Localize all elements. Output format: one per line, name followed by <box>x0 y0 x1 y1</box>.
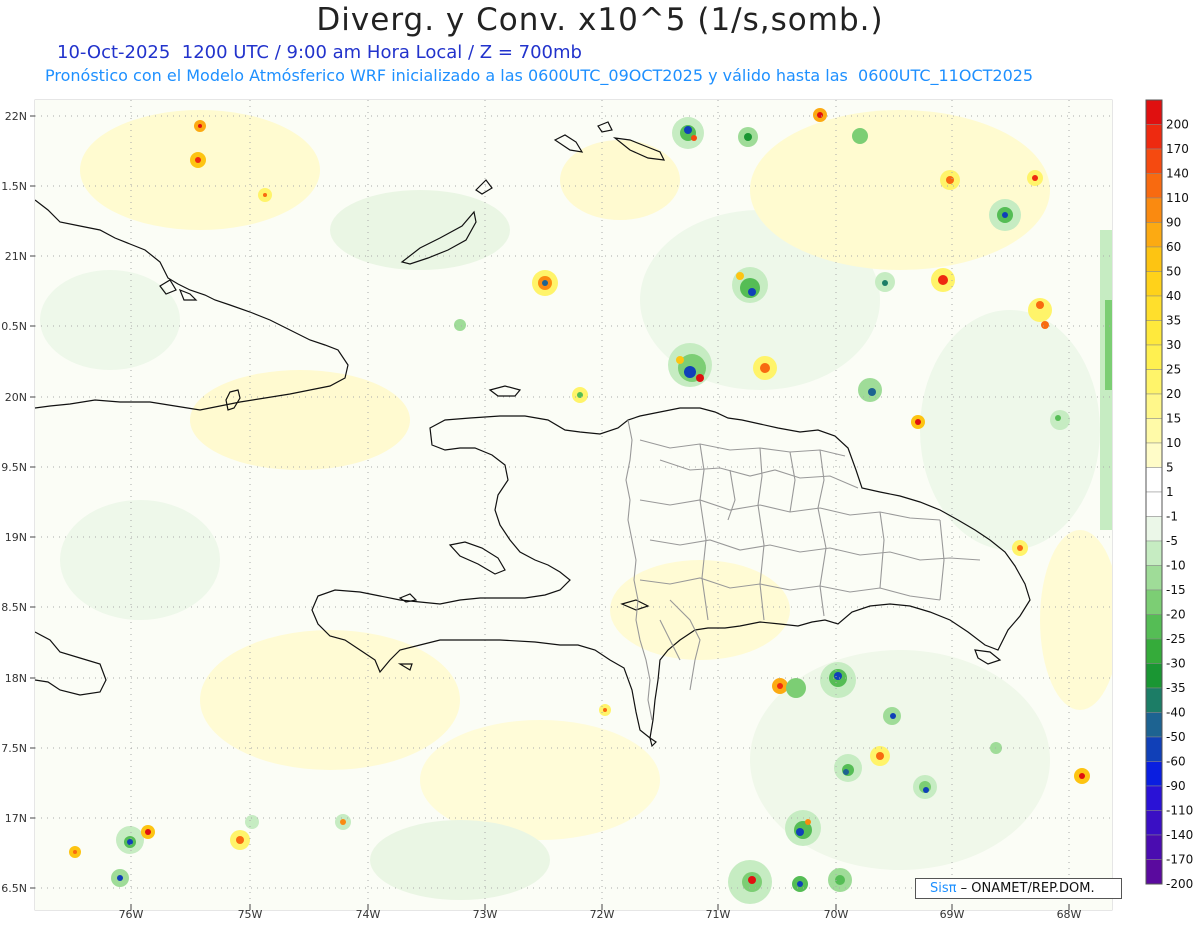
colorbar-swatch <box>1145 687 1163 713</box>
colorbar-swatch <box>1145 565 1163 591</box>
colorbar-label: -1 <box>1166 510 1178 524</box>
colorbar-swatch <box>1145 810 1163 836</box>
colorbar: 200 170 140 110 90 60 50 40 35 30 25 20 15 10 5 1 -1 -5 -1… <box>1145 99 1193 891</box>
colorbar-swatch <box>1145 344 1163 370</box>
colorbar-label: 40 <box>1166 289 1181 303</box>
lat-label: 17N <box>5 812 27 825</box>
colorbar-swatch <box>1145 222 1163 248</box>
colorbar-swatch <box>1145 418 1163 444</box>
colorbar-label: -90 <box>1166 779 1186 793</box>
colorbar-label: -10 <box>1166 559 1186 573</box>
colorbar-label: 5 <box>1166 461 1174 475</box>
colorbar-label: -200 <box>1166 877 1193 891</box>
colorbar-label: -40 <box>1166 706 1186 720</box>
lat-label: 8.5N <box>1 601 27 614</box>
colorbar-label: -140 <box>1166 828 1193 842</box>
colorbar-swatch <box>1145 540 1163 566</box>
lat-label: 18N <box>5 672 27 685</box>
colorbar-label: -5 <box>1166 534 1178 548</box>
colorbar-swatch <box>1145 736 1163 762</box>
colorbar-label: 170 <box>1166 142 1189 156</box>
colorbar-label: 60 <box>1166 240 1181 254</box>
divergence-field <box>35 100 1112 910</box>
map-figure: 22N 1.5N 21N 0.5N 20N 9.5N 19N 8.5N 18N … <box>1 99 1193 921</box>
colorbar-swatch <box>1145 99 1163 125</box>
map-plot-area: 22N 1.5N 21N 0.5N 20N 9.5N 19N 8.5N 18N … <box>1 99 1113 921</box>
colorbar-swatch <box>1145 148 1163 174</box>
colorbar-label: 15 <box>1166 412 1181 426</box>
colorbar-swatch <box>1145 761 1163 787</box>
colorbar-label: -15 <box>1166 583 1186 597</box>
colorbar-label: 200 <box>1166 118 1189 132</box>
colorbar-swatch <box>1145 197 1163 223</box>
colorbar-label: -20 <box>1166 608 1186 622</box>
colorbar-swatch <box>1145 467 1163 493</box>
colorbar-label: -170 <box>1166 853 1193 867</box>
lat-label: 22N <box>5 110 27 123</box>
colorbar-label: 50 <box>1166 265 1181 279</box>
lat-label: 6.5N <box>1 882 27 895</box>
colorbar-swatch <box>1145 614 1163 640</box>
colorbar-label: 30 <box>1166 338 1181 352</box>
sispi-logo: Sisπ <box>930 881 957 896</box>
colorbar-label: -60 <box>1166 755 1186 769</box>
colorbar-swatch <box>1145 271 1163 297</box>
colorbar-swatch <box>1145 834 1163 860</box>
colorbar-swatch <box>1145 246 1163 272</box>
latitude-labels: 22N 1.5N 21N 0.5N 20N 9.5N 19N 8.5N 18N … <box>1 110 27 895</box>
lat-label: 1.5N <box>1 180 27 193</box>
colorbar-swatch <box>1145 442 1163 468</box>
colorbar-label: -35 <box>1166 681 1186 695</box>
colorbar-label: 35 <box>1166 314 1181 328</box>
colorbar-swatch <box>1145 516 1163 542</box>
credit-text: – ONAMET/REP.DOM. <box>956 881 1095 896</box>
colorbar-swatch <box>1145 859 1163 885</box>
colorbar-swatch <box>1145 491 1163 517</box>
colorbar-label: 10 <box>1166 436 1181 450</box>
colorbar-label: 20 <box>1166 387 1181 401</box>
colorbar-label: -110 <box>1166 804 1193 818</box>
lat-label: 21N <box>5 250 27 263</box>
colorbar-swatch <box>1145 785 1163 811</box>
colorbar-swatch <box>1145 393 1163 419</box>
credit-box: Sisπ – ONAMET/REP.DOM. <box>915 878 1122 899</box>
colorbar-swatch <box>1145 295 1163 321</box>
lat-label: 7.5N <box>1 742 27 755</box>
colorbar-swatch <box>1145 320 1163 346</box>
colorbar-swatch <box>1145 663 1163 689</box>
colorbar-label: -50 <box>1166 730 1186 744</box>
lat-label: 20N <box>5 391 27 404</box>
colorbar-label: -25 <box>1166 632 1186 646</box>
colorbar-swatch <box>1145 712 1163 738</box>
colorbar-swatch <box>1145 369 1163 395</box>
colorbar-label: -30 <box>1166 657 1186 671</box>
colorbar-label: 25 <box>1166 363 1181 377</box>
lat-label: 0.5N <box>1 320 27 333</box>
colorbar-label: 110 <box>1166 191 1189 205</box>
colorbar-label: 90 <box>1166 216 1181 230</box>
colorbar-label: 1 <box>1166 485 1174 499</box>
lat-label: 19N <box>5 531 27 544</box>
colorbar-swatch <box>1145 638 1163 664</box>
colorbar-label: 140 <box>1166 167 1189 181</box>
colorbar-swatch <box>1145 124 1163 150</box>
colorbar-swatch <box>1145 173 1163 199</box>
lat-label: 9.5N <box>1 461 27 474</box>
colorbar-swatch <box>1145 589 1163 615</box>
